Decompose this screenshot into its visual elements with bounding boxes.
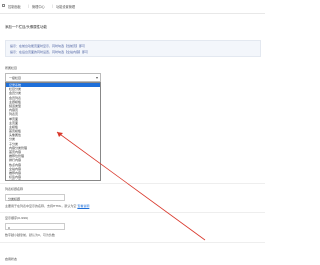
top-bar: 控制面板 | 管理中心 | 功能设置管理: [0, 0, 265, 14]
sort-value: 0: [8, 225, 10, 230]
tips-box: 提示：在前台功能页面时显示，同时勾选【当前页】即可 提示：在后台页面的同时设置，…: [5, 40, 261, 57]
home-icon[interactable]: [2, 4, 5, 7]
breadcrumb-separator: |: [28, 4, 30, 8]
dropdown-option[interactable]: 关联内容: [6, 179, 100, 180]
tip-line-1: 提示：在前台功能页面时显示，同时勾选【当前页】即可: [10, 44, 86, 48]
bottom-field-label: 启用状态: [5, 257, 18, 261]
alt-title-value: 分类标题: [8, 196, 21, 201]
divider: [0, 212, 265, 213]
type-dropdown-list[interactable]: 记录系统 栏目分类 会员分类 会员列表 主题模板 频道类型 内容页 列表页 单页面 主页面 主模板首…: [5, 82, 101, 181]
type-select[interactable]: 一级栏目: [5, 73, 101, 82]
alt-title-help-link[interactable]: 查看说明: [77, 204, 89, 208]
divider: [0, 183, 265, 184]
alt-title-help-text: 主要用于在列表中显示的名称，支持HTML，默认为空: [5, 204, 77, 208]
chevron-down-icon: [96, 77, 98, 79]
page-title: 添加一个栏目/头像属性功能: [5, 25, 47, 29]
breadcrumb-item-2[interactable]: 管理中心: [32, 4, 45, 9]
sort-help: 数字越小越靠前，默认为0，可为负数: [5, 233, 55, 237]
type-select-value: 一级栏目: [9, 76, 22, 80]
type-field-label: 所属栏目: [5, 66, 18, 70]
breadcrumb-item-3[interactable]: 功能设置管理: [56, 4, 75, 9]
breadcrumb-separator: |: [52, 4, 54, 8]
alt-title-input[interactable]: 分类标题: [5, 194, 65, 201]
sort-input[interactable]: 0: [5, 223, 65, 230]
breadcrumb-item-1[interactable]: 控制面板: [8, 4, 21, 9]
alt-title-label: 列表标题名称: [5, 187, 24, 191]
divider: [0, 242, 265, 243]
alt-title-help: 主要用于在列表中显示的名称，支持HTML，默认为空 查看说明: [5, 204, 89, 208]
sort-field-label: 显示顺序(0-999): [5, 216, 29, 220]
tip-line-2: 提示：在后台页面的同时设置，同时勾选【全站内容】即可: [10, 50, 89, 54]
